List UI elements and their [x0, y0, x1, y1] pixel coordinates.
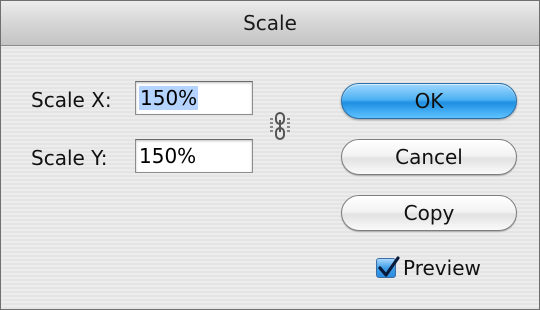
scale-y-value: 150% [139, 144, 197, 168]
copy-button[interactable]: Copy [341, 195, 517, 231]
copy-button-label: Copy [403, 201, 455, 225]
scale-y-input[interactable]: 150% [135, 139, 253, 173]
ok-button-label: OK [414, 89, 444, 113]
preview-checkbox[interactable] [376, 256, 400, 278]
cancel-button[interactable]: Cancel [341, 139, 517, 175]
ok-button[interactable]: OK [341, 83, 517, 119]
scale-x-label: Scale X: [31, 88, 112, 112]
scale-dialog: Scale Scale X: 150% Scale Y: 150% OK Can… [0, 0, 540, 310]
preview-checkbox-row[interactable]: Preview [376, 254, 481, 282]
title-bar[interactable]: Scale [1, 1, 539, 46]
scale-x-input[interactable]: 150% [135, 81, 253, 115]
chain-link-icon[interactable] [269, 112, 291, 140]
scale-x-value: 150% [139, 86, 199, 110]
scale-y-label: Scale Y: [31, 146, 108, 170]
window-title: Scale [243, 11, 297, 35]
preview-label: Preview [403, 256, 481, 280]
checkmark-icon [378, 256, 400, 277]
cancel-button-label: Cancel [395, 145, 463, 169]
